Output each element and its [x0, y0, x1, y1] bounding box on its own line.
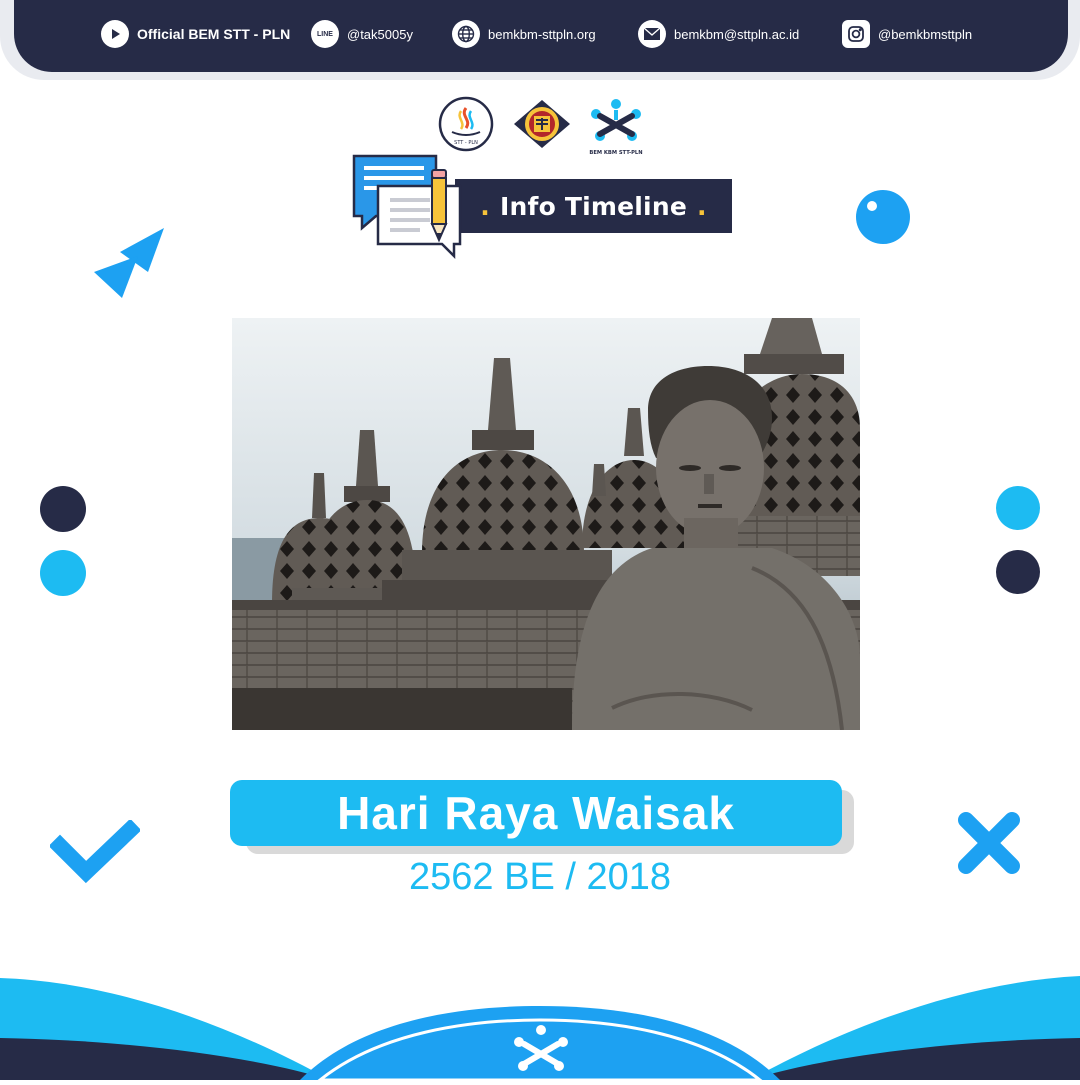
instagram-icon — [842, 20, 870, 48]
blue-dot-decoration — [996, 486, 1040, 530]
instagram-item[interactable]: @bemkbmsttpln — [842, 18, 972, 50]
info-timeline-banner: . Info Timeline. — [455, 179, 732, 233]
bem-kbm-stt-pln-logo: BEM KBM STT-PLN — [586, 96, 646, 160]
event-title: Hari Raya Waisak — [337, 787, 735, 839]
footer-logo-icon — [510, 1022, 572, 1080]
info-timeline-label: . Info Timeline. — [480, 191, 707, 221]
borobudur-photo — [232, 318, 860, 730]
ball-decoration — [854, 188, 912, 246]
svg-text:BEM KBM STT-PLN: BEM KBM STT-PLN — [589, 150, 642, 156]
globe-icon — [452, 20, 480, 48]
email-item[interactable]: bemkbm@sttpln.ac.id — [638, 18, 799, 50]
chat-notes-icon — [350, 152, 470, 262]
website-label: bemkbm-sttpln.org — [488, 26, 596, 42]
mail-icon — [638, 20, 666, 48]
bem-emblem-logo — [512, 96, 570, 152]
official-account-item[interactable]: Official BEM STT - PLN — [101, 18, 290, 50]
official-account-label: Official BEM STT - PLN — [137, 26, 291, 42]
stt-pln-logo: STT - PLN — [438, 96, 494, 152]
line-account-label: @tak5005y — [347, 26, 413, 42]
event-subtitle: 2562 BE / 2018 — [409, 856, 671, 898]
navy-dot-decoration — [996, 550, 1040, 594]
double-arrow-decoration — [90, 226, 170, 302]
line-icon: LINE — [311, 20, 339, 48]
line-account-item[interactable]: LINE @tak5005y — [311, 18, 413, 50]
navy-dot-decoration — [40, 486, 86, 532]
website-item[interactable]: bemkbm-sttpln.org — [452, 18, 596, 50]
play-icon — [101, 20, 129, 48]
email-label: bemkbm@sttpln.ac.id — [674, 26, 800, 42]
blue-dot-decoration — [40, 550, 86, 596]
svg-text:STT - PLN: STT - PLN — [454, 140, 478, 146]
instagram-label: @bemkbmsttpln — [878, 26, 973, 42]
